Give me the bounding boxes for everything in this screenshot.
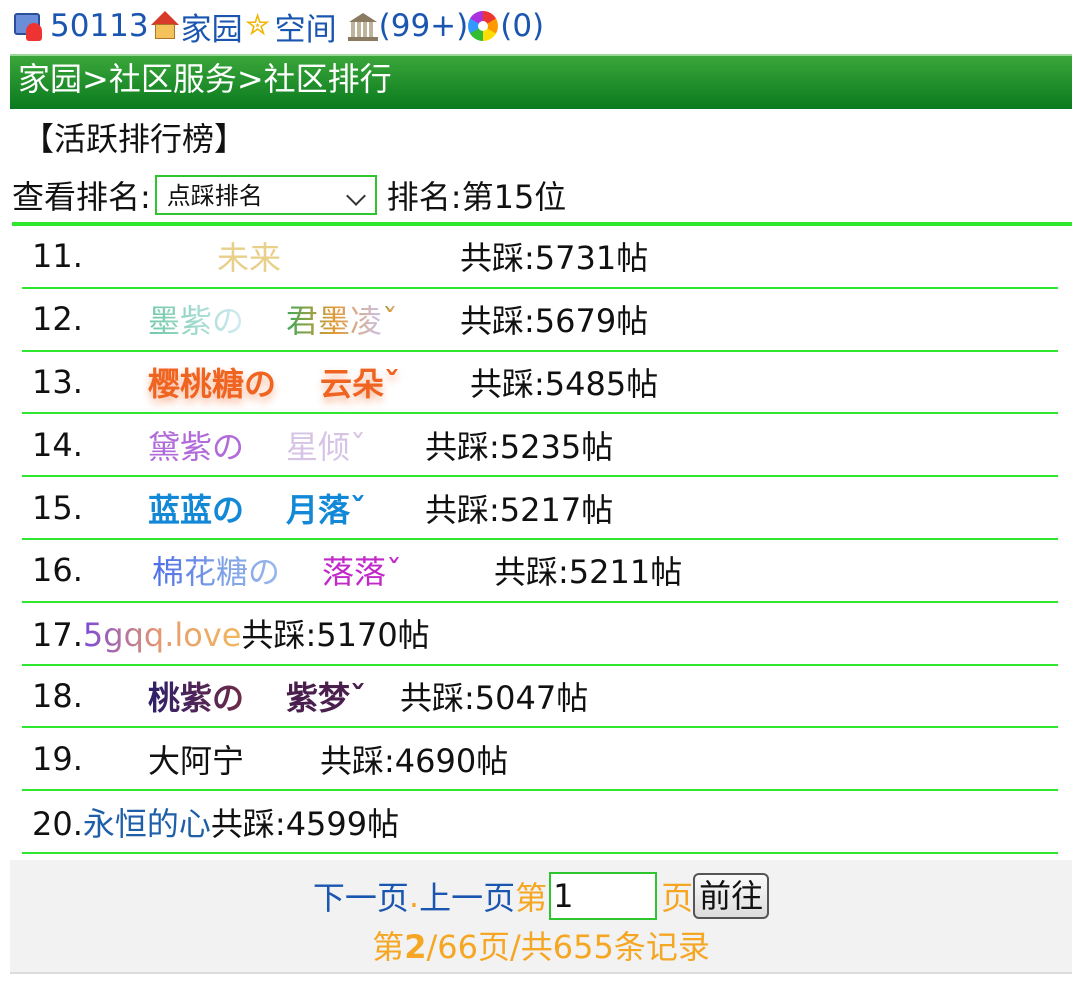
notifications-link[interactable]: (0) <box>500 8 544 44</box>
rank-number: 19. <box>32 739 83 778</box>
filter-label: 查看排名: <box>12 178 151 216</box>
user-name-link[interactable]: 5gqq.love <box>83 616 242 654</box>
top-bar: 50113 家园 ✮ 空间 (99+) (0) <box>12 4 544 48</box>
rank-number-text: 20. <box>32 804 83 843</box>
list-item: 18. 桃紫の 紫梦ˇ 共踩:5047帖 <box>22 666 1058 729</box>
separator-dot: . <box>408 877 420 915</box>
page-status-suffix: /66页/共655条记录 <box>426 928 710 966</box>
count-text: 共踩:5731帖 <box>460 239 649 278</box>
breadcrumb: 家园>社区服务>社区排行 <box>10 54 1072 109</box>
rank-number: 18. <box>32 676 83 715</box>
board-title: 【活跃排行榜】 <box>22 120 247 158</box>
rank-number: 11. <box>32 237 83 276</box>
user-name-part: 桃紫の <box>148 678 245 717</box>
prev-page-link[interactable]: 上一页 <box>419 873 515 919</box>
rank-type-select[interactable]: 点踩排名 <box>154 175 377 215</box>
list-item: 14. 黛紫の 星倾ˇ 共踩:5235帖 <box>22 414 1058 478</box>
rank-number-text: 17. <box>32 616 83 655</box>
count-text: 共踩:5217帖 <box>425 490 614 529</box>
user-name-mark: ˇ <box>350 490 367 529</box>
user-name-link[interactable]: 大阿宁 <box>148 736 244 782</box>
star-icon: ✮ <box>245 8 271 43</box>
list-item: 13. 樱桃糖の 云朵ˇ 共踩:5485帖 <box>22 352 1058 415</box>
user-name-part: 月落 <box>286 490 351 529</box>
count-text: 共踩:5485帖 <box>470 364 659 403</box>
user-name-mark: ˇ <box>350 427 367 466</box>
user-name-part: 黛紫の <box>148 427 245 466</box>
user-name-link[interactable]: 棉花糖の 落落ˇ <box>152 547 402 593</box>
space-link[interactable]: 空间 <box>275 4 337 49</box>
home-link[interactable]: 家园 <box>181 4 243 49</box>
count-text: 共踩:4599帖 <box>210 804 400 843</box>
list-item: 17.5gqq.love共踩:5170帖 <box>22 603 1058 666</box>
user-id-link[interactable]: 50113 <box>50 8 149 44</box>
user-name-part: 樱桃糖の <box>148 364 277 403</box>
count-text: 共踩:5047帖 <box>400 678 589 717</box>
user-name-part: 云朵 <box>320 364 385 403</box>
my-rank-text: 排名:第15位 <box>386 178 567 216</box>
user-name-part: 落落 <box>322 553 387 592</box>
user-name-part: 棉花糖の <box>152 553 281 592</box>
rank-type-value: 点踩排名 <box>166 182 263 210</box>
page-suffix: 页 <box>661 879 694 917</box>
pinwheel-icon <box>468 11 499 41</box>
house-icon <box>149 11 179 41</box>
page-status-prefix: 第 <box>372 928 405 966</box>
list-item: 19. 大阿宁 共踩:4690帖 <box>22 728 1058 792</box>
list-item: 11. 未来 共踩:5731帖 <box>22 226 1058 289</box>
pagination: 下一页 . 上一页 第 1 页 前往 第2/66页/共655条记录 <box>10 860 1072 974</box>
user-name-mark: ˇ <box>384 364 401 403</box>
user-name-part: 君墨凌 <box>286 302 383 341</box>
user-name-link[interactable]: 樱桃糖の 云朵ˇ <box>148 359 400 405</box>
current-page: 2 <box>404 928 427 966</box>
chevron-down-icon <box>345 186 366 206</box>
page-status: 第2/66页/共655条记录 <box>10 922 1072 968</box>
user-name-mark: ˇ <box>386 553 403 592</box>
rank-number: 16. <box>32 551 83 590</box>
count-text: 共踩:5235帖 <box>425 427 614 466</box>
user-computer-icon <box>12 11 48 41</box>
page-prefix: 第 <box>515 879 548 917</box>
rank-number: 20.永恒的心共踩:4599帖 <box>32 799 399 845</box>
list-item: 12. 墨紫の 君墨凌ˇ 共踩:5679帖 <box>22 289 1058 352</box>
bank-icon <box>347 11 378 41</box>
user-name-part: 紫梦 <box>286 678 351 717</box>
user-name-part: 星倾 <box>286 427 351 466</box>
count-text: 共踩:5170帖 <box>241 616 430 655</box>
user-name-link[interactable]: 蓝蓝の 月落ˇ <box>148 485 366 531</box>
user-name-part: 墨紫の <box>148 302 245 341</box>
user-name-link[interactable]: 永恒的心 <box>83 805 211 843</box>
list-item: 16. 棉花糖の 落落ˇ 共踩:5211帖 <box>22 540 1058 603</box>
ranking-list: 11. 未来 共踩:5731帖 12. 墨紫の 君墨凌ˇ 共踩:5679帖 13.… <box>22 226 1058 854</box>
user-name-link[interactable]: 墨紫の 君墨凌ˇ <box>148 296 398 342</box>
user-name-part: 蓝蓝の <box>148 490 245 529</box>
count-text: 共踩:5211帖 <box>494 553 683 592</box>
rank-number: 17.5gqq.love共踩:5170帖 <box>32 610 430 656</box>
next-page-link[interactable]: 下一页 <box>313 873 409 919</box>
count-text: 共踩:4690帖 <box>320 741 509 780</box>
rank-number: 14. <box>32 425 83 464</box>
count-text: 共踩:5679帖 <box>460 302 649 341</box>
user-name-link[interactable]: 未来 <box>217 233 281 279</box>
rank-number: 13. <box>32 362 83 401</box>
rank-filter: 查看排名: 点踩排名 排名:第15位 <box>12 170 566 220</box>
user-name-link[interactable]: 桃紫の 紫梦ˇ <box>148 673 366 719</box>
list-item: 20.永恒的心共踩:4599帖 <box>22 791 1058 854</box>
go-button[interactable]: 前往 <box>693 873 770 919</box>
list-item: 15. 蓝蓝の 月落ˇ 共踩:5217帖 <box>22 477 1058 540</box>
user-name-mark: ˇ <box>350 678 367 717</box>
user-name-link[interactable]: 黛紫の 星倾ˇ <box>148 422 366 468</box>
rank-number: 15. <box>32 488 83 527</box>
user-name-mark: ˇ <box>382 302 399 341</box>
messages-link[interactable]: (99+) <box>379 8 469 44</box>
page-number-input[interactable]: 1 <box>549 872 658 920</box>
rank-number: 12. <box>32 300 83 339</box>
